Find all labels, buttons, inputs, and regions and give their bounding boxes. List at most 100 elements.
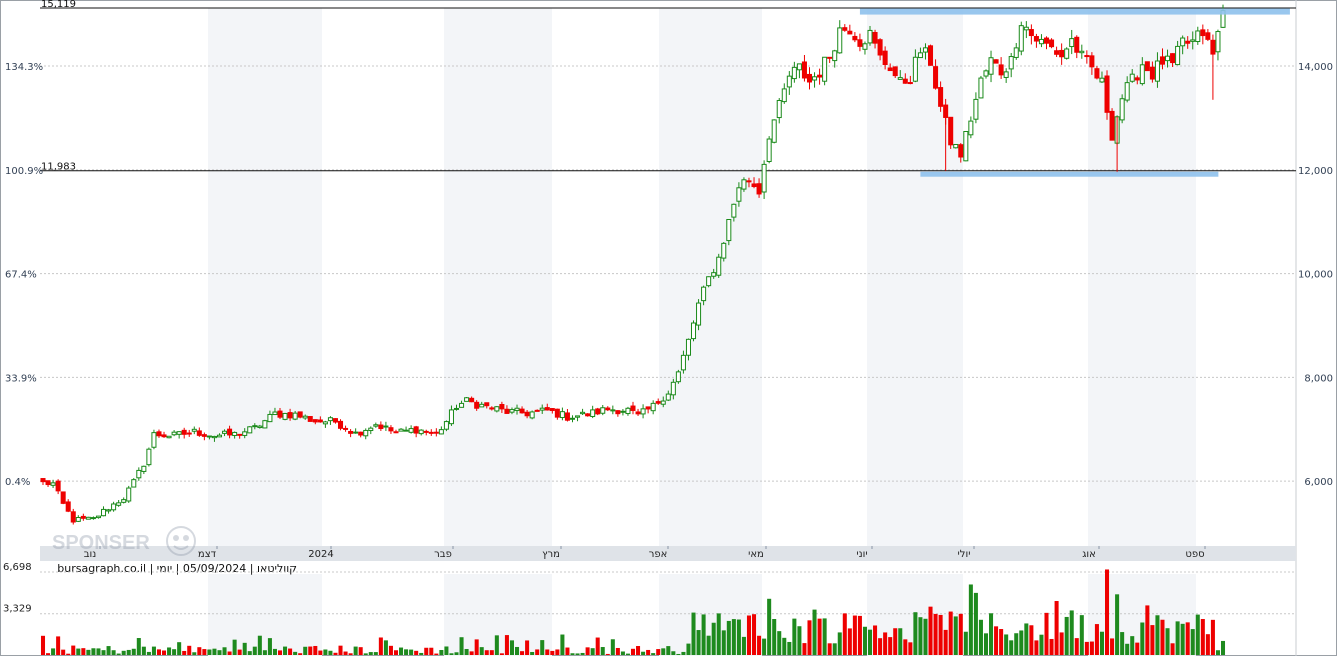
candle-body (564, 412, 570, 421)
volume-bar (242, 642, 247, 655)
x-tick-label: יולי (958, 549, 971, 560)
candle-body (973, 98, 979, 120)
candle-body (514, 407, 520, 411)
volume-bar (842, 613, 847, 655)
candle-body (554, 408, 560, 418)
candle-body (998, 64, 1004, 76)
candle-body (1159, 56, 1166, 65)
volume-bar (439, 649, 444, 655)
candle-body (60, 491, 66, 504)
volume-bar (399, 647, 404, 655)
candle-body (216, 434, 223, 438)
volume-bar (288, 648, 293, 655)
volume-bar (978, 619, 983, 655)
volume-bar (146, 651, 151, 655)
candle-body (353, 431, 359, 434)
volume-bar (1074, 638, 1079, 655)
volume-bar (600, 647, 605, 655)
candle-body (867, 29, 873, 44)
price-tick-label: 12,000 (1298, 166, 1333, 177)
x-tick-label: 2024 (308, 549, 333, 560)
volume-bar (1190, 629, 1195, 655)
volume-bar (782, 637, 787, 655)
candle-body (963, 130, 969, 162)
candle-body (1154, 60, 1160, 82)
volume-bar (1215, 650, 1220, 655)
volume-bar (651, 653, 656, 655)
candle-body (1190, 39, 1196, 42)
month-band (444, 8, 552, 546)
volume-bar (333, 652, 338, 655)
candle-body (277, 410, 283, 418)
candle-body (272, 411, 278, 416)
volume-bar (570, 653, 575, 655)
volume-bar (953, 616, 958, 655)
volume-bar (762, 638, 767, 655)
candle-body (499, 404, 505, 410)
level-label: 15,119 (41, 0, 76, 10)
candle-body (721, 242, 727, 259)
volume-bar (1125, 643, 1130, 655)
volume-bar (832, 643, 837, 655)
volume-bar (449, 653, 454, 655)
candle-body (232, 431, 238, 436)
volume-bar (1135, 642, 1140, 655)
volume-bar (151, 646, 156, 655)
x-tick-label: אוג (1082, 549, 1096, 560)
volume-tick-label: 3,329 (3, 604, 32, 615)
candle-body (70, 511, 76, 523)
volume-bar (1220, 640, 1226, 655)
volume-bar (126, 649, 131, 655)
candle-body (1119, 98, 1125, 121)
volume-bar (605, 653, 610, 655)
candle-body (761, 163, 767, 193)
candle-body (398, 428, 404, 432)
candle-body (146, 448, 152, 466)
resistance-band (859, 8, 1290, 15)
volume-bar (131, 648, 136, 655)
volume-bar (610, 639, 615, 655)
volume-bar (404, 649, 409, 655)
volume-bar (61, 649, 66, 655)
volume-bar (257, 635, 262, 655)
candle-body (388, 427, 394, 432)
volume-bar (620, 651, 625, 655)
volume-bar (1205, 634, 1210, 655)
candle-body (1059, 49, 1065, 58)
candle-body (1018, 25, 1024, 52)
volume-bar (46, 653, 51, 655)
candle-body (292, 412, 298, 420)
candle-body (1175, 45, 1181, 66)
volume-bar (227, 651, 232, 655)
volume-bar (590, 648, 595, 655)
volume-bar (908, 642, 913, 655)
volume-bar (323, 649, 328, 655)
candle-body (948, 116, 954, 146)
volume-bar (545, 649, 550, 655)
candle-body (489, 407, 495, 410)
volume-bar (807, 620, 812, 655)
candle-body (1054, 50, 1060, 55)
volume-bar (318, 650, 323, 655)
candle-body (484, 402, 490, 407)
candle-body (958, 144, 964, 158)
candle-body (257, 425, 263, 429)
volume-bar (671, 651, 676, 655)
volume-bar (86, 649, 91, 655)
percent-tick-label: 0.4% (5, 477, 30, 488)
candle-body (373, 424, 379, 427)
candle-body (171, 431, 177, 436)
candle-body (953, 143, 959, 149)
candle-body (595, 408, 601, 415)
volume-bar (883, 632, 888, 655)
candle-body (882, 50, 888, 66)
volume-bar (116, 653, 121, 655)
volume-bar (1140, 622, 1145, 655)
volume-bar (615, 647, 620, 655)
candle-body (161, 434, 167, 438)
candle-body (121, 499, 127, 503)
candle-body (252, 425, 258, 428)
volume-bar (1155, 615, 1160, 655)
candle-body (282, 412, 288, 420)
volume-bar (822, 618, 827, 655)
